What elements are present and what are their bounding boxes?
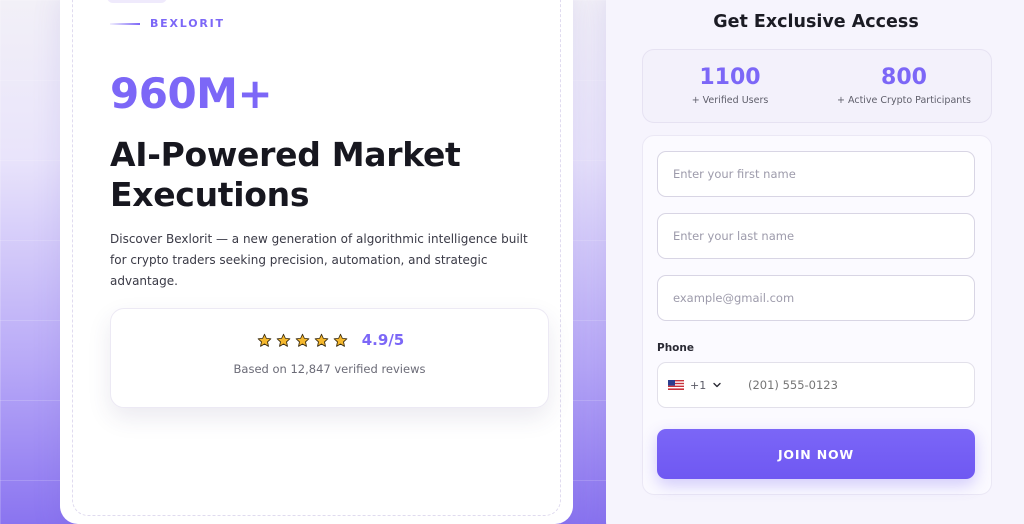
hero-card: BEXLORIT 960M+ AI-Powered Market Executi…: [60, 0, 573, 524]
stat-number: 1100: [699, 65, 761, 90]
hero-big-number: 960M+: [110, 69, 273, 118]
phone-input[interactable]: [740, 362, 974, 408]
hero-headline: AI-Powered Market Executions: [110, 135, 461, 214]
card-top-tab: [107, 0, 167, 3]
rating-value: 4.9/5: [361, 331, 405, 349]
last-name-input[interactable]: [657, 213, 975, 259]
dial-code: +1: [690, 378, 707, 392]
stat-label: + Active Crypto Participants: [837, 95, 971, 106]
star-icon: [333, 333, 348, 347]
stat-label: + Verified Users: [691, 95, 769, 106]
form-title: Get Exclusive Access: [713, 12, 919, 32]
star-icon: [314, 333, 329, 347]
stat-active-participants: 800 + Active Crypto Participants: [817, 50, 991, 122]
stats-box: 1100 + Verified Users 800 + Active Crypt…: [642, 49, 992, 123]
country-code-select[interactable]: +1: [658, 363, 740, 407]
hero-description: Discover Bexlorit — a new generation of …: [110, 232, 528, 288]
hero-card-dashed-border: BEXLORIT 960M+ AI-Powered Market Executi…: [72, 0, 561, 516]
chevron-down-icon: [713, 382, 721, 388]
brand-line-decoration: [110, 22, 140, 25]
star-icon: [276, 333, 291, 347]
stat-number: 800: [881, 65, 927, 90]
email-input[interactable]: [657, 275, 975, 321]
star-icon: [257, 333, 272, 347]
signup-card: Get Exclusive Access 1100 + Verified Use…: [606, 0, 1024, 524]
signup-form: Phone +1 JOIN NOW: [642, 135, 992, 495]
star-icon: [295, 333, 310, 347]
stat-verified-users: 1100 + Verified Users: [643, 50, 817, 122]
rating-row: 4.9/5: [111, 331, 548, 349]
join-now-button[interactable]: JOIN NOW: [657, 429, 975, 479]
us-flag-icon: [668, 380, 684, 390]
first-name-input[interactable]: [657, 151, 975, 197]
brand-row: BEXLORIT: [110, 17, 225, 30]
rating-card: 4.9/5 Based on 12,847 verified reviews: [110, 308, 549, 408]
phone-field: +1: [657, 362, 975, 408]
reviews-count: Based on 12,847 verified reviews: [233, 362, 426, 376]
brand-name: BEXLORIT: [150, 17, 225, 30]
phone-label: Phone: [657, 342, 694, 354]
